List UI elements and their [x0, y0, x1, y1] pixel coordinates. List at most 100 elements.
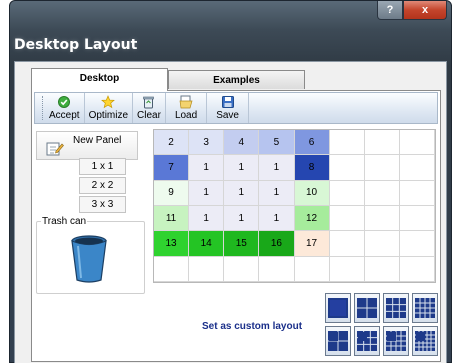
layout-grid-icon: [415, 298, 435, 318]
layout-grid-icon: [386, 298, 406, 318]
layout-preset-button-4[interactable]: [412, 293, 438, 323]
grid-cell-empty[interactable]: [259, 256, 295, 282]
client-area: Desktop Examples Accept Optimize Clear L…: [14, 61, 447, 363]
open-document-icon: [179, 95, 193, 109]
grid-cell-panel-1[interactable]: 1: [224, 180, 260, 206]
grid-cell-panel-7[interactable]: 7: [154, 155, 190, 181]
grid-cell-panel-11[interactable]: 11: [154, 206, 190, 232]
save-button[interactable]: Save: [207, 93, 249, 123]
grid-cell-panel-3[interactable]: 3: [189, 130, 225, 156]
grid-cell-panel-14[interactable]: 14: [189, 231, 225, 257]
grid-cell-empty[interactable]: [399, 130, 435, 156]
grid-cell-empty[interactable]: [329, 256, 365, 282]
trash-can-group[interactable]: Trash can: [36, 216, 145, 294]
grid-cell-panel-1[interactable]: 1: [189, 206, 225, 232]
size-2x2-button[interactable]: 2 x 2: [79, 177, 126, 194]
grid-cell-empty[interactable]: [329, 231, 365, 257]
star-icon: [101, 95, 116, 109]
grid-cell-empty[interactable]: [364, 180, 400, 206]
new-panel-icon: [46, 141, 64, 160]
grid-cell-panel-1[interactable]: 1: [259, 206, 295, 232]
title-bar[interactable]: Desktop Layout ? x: [10, 1, 451, 61]
size-3x3-button[interactable]: 3 x 3: [79, 196, 126, 213]
load-label: Load: [174, 110, 198, 121]
grid-cell-panel-2[interactable]: 2: [154, 130, 190, 156]
grid-cell-panel-5[interactable]: 5: [259, 130, 295, 156]
grid-cell-panel-17[interactable]: 17: [294, 231, 330, 257]
new-panel-label: New Panel: [73, 135, 122, 146]
layout-grid-icon: [328, 331, 348, 351]
grid-cell-panel-15[interactable]: 15: [224, 231, 260, 257]
toolbar: Accept Optimize Clear Load Save: [34, 92, 438, 124]
grid-cell-panel-4[interactable]: 4: [224, 130, 260, 156]
desktop-layout-grid[interactable]: 2 3 4 5 6 7 1 1 1 8 9 1 1 1 10 11 1 1 1 12 13 14 15 16 17: [153, 129, 436, 283]
layout-grid-icon: [386, 331, 406, 351]
grid-cell-panel-1[interactable]: 1: [224, 155, 260, 181]
grid-cell-empty[interactable]: [364, 256, 400, 282]
layout-preset-button-5[interactable]: [325, 326, 351, 356]
grid-cell-empty[interactable]: [224, 256, 260, 282]
layout-preset-button-3[interactable]: [383, 293, 409, 323]
grid-cell-empty[interactable]: [364, 155, 400, 181]
layout-preset-button-1[interactable]: [325, 293, 351, 323]
save-label: Save: [216, 110, 239, 121]
grid-cell-empty[interactable]: [399, 180, 435, 206]
check-icon: [58, 95, 71, 109]
grid-cell-empty[interactable]: [364, 130, 400, 156]
grid-cell-empty[interactable]: [364, 206, 400, 232]
trash-can-icon: [69, 234, 109, 287]
optimize-label: Optimize: [88, 110, 129, 121]
new-panel-button[interactable]: New Panel: [36, 131, 138, 160]
grid-cell-panel-10[interactable]: 10: [294, 180, 330, 206]
grid-cell-empty[interactable]: [364, 231, 400, 257]
set-custom-layout-link[interactable]: Set as custom layout: [202, 321, 302, 332]
grid-cell-empty[interactable]: [329, 130, 365, 156]
layout-grid-icon: [328, 298, 348, 318]
grid-cell-panel-16[interactable]: 16: [259, 231, 295, 257]
clear-button[interactable]: Clear: [133, 93, 166, 123]
optimize-button[interactable]: Optimize: [85, 93, 134, 123]
layout-preset-button-2[interactable]: [354, 293, 380, 323]
help-button[interactable]: ?: [377, 1, 403, 20]
size-1x1-button[interactable]: 1 x 1: [79, 158, 126, 175]
grid-cell-empty[interactable]: [399, 206, 435, 232]
desktop-layout-window: Desktop Layout ? x Desktop Examples Acce…: [9, 0, 452, 363]
clear-label: Clear: [137, 110, 161, 121]
grid-cell-panel-1[interactable]: 1: [224, 206, 260, 232]
grid-cell-empty[interactable]: [399, 155, 435, 181]
layout-preset-button-6[interactable]: [354, 326, 380, 356]
grid-cell-empty[interactable]: [399, 231, 435, 257]
grid-cell-empty[interactable]: [329, 155, 365, 181]
grid-cell-panel-1[interactable]: 1: [189, 180, 225, 206]
grid-cell-panel-6[interactable]: 6: [294, 130, 330, 156]
toolbar-grip[interactable]: [37, 96, 43, 120]
grid-cell-empty[interactable]: [189, 256, 225, 282]
grid-cell-empty[interactable]: [329, 206, 365, 232]
grid-cell-panel-1[interactable]: 1: [189, 155, 225, 181]
grid-cell-panel-12[interactable]: 12: [294, 206, 330, 232]
layout-preset-button-8[interactable]: [412, 326, 438, 356]
layout-grid-icon: [357, 298, 377, 318]
layout-grid-icon: [357, 331, 377, 351]
recycle-bin-icon: [143, 95, 155, 109]
layout-presets: [325, 293, 439, 359]
layout-preset-button-7[interactable]: [383, 326, 409, 356]
tab-examples[interactable]: Examples: [168, 70, 305, 89]
grid-cell-panel-13[interactable]: 13: [154, 231, 190, 257]
grid-cell-empty[interactable]: [399, 256, 435, 282]
grid-cell-empty[interactable]: [154, 256, 190, 282]
tab-desktop[interactable]: Desktop: [31, 68, 168, 91]
grid-cell-panel-9[interactable]: 9: [154, 180, 190, 206]
floppy-disk-icon: [221, 95, 234, 109]
accept-button[interactable]: Accept: [45, 93, 85, 123]
grid-cell-empty[interactable]: [294, 256, 330, 282]
accept-label: Accept: [49, 110, 80, 121]
grid-cell-panel-8[interactable]: 8: [294, 155, 330, 181]
close-button[interactable]: x: [403, 1, 447, 20]
grid-cell-empty[interactable]: [329, 180, 365, 206]
window-title: Desktop Layout: [14, 37, 138, 53]
load-button[interactable]: Load: [166, 93, 208, 123]
trash-can-label: Trash can: [41, 216, 88, 227]
grid-cell-panel-1[interactable]: 1: [259, 180, 295, 206]
grid-cell-panel-1[interactable]: 1: [259, 155, 295, 181]
